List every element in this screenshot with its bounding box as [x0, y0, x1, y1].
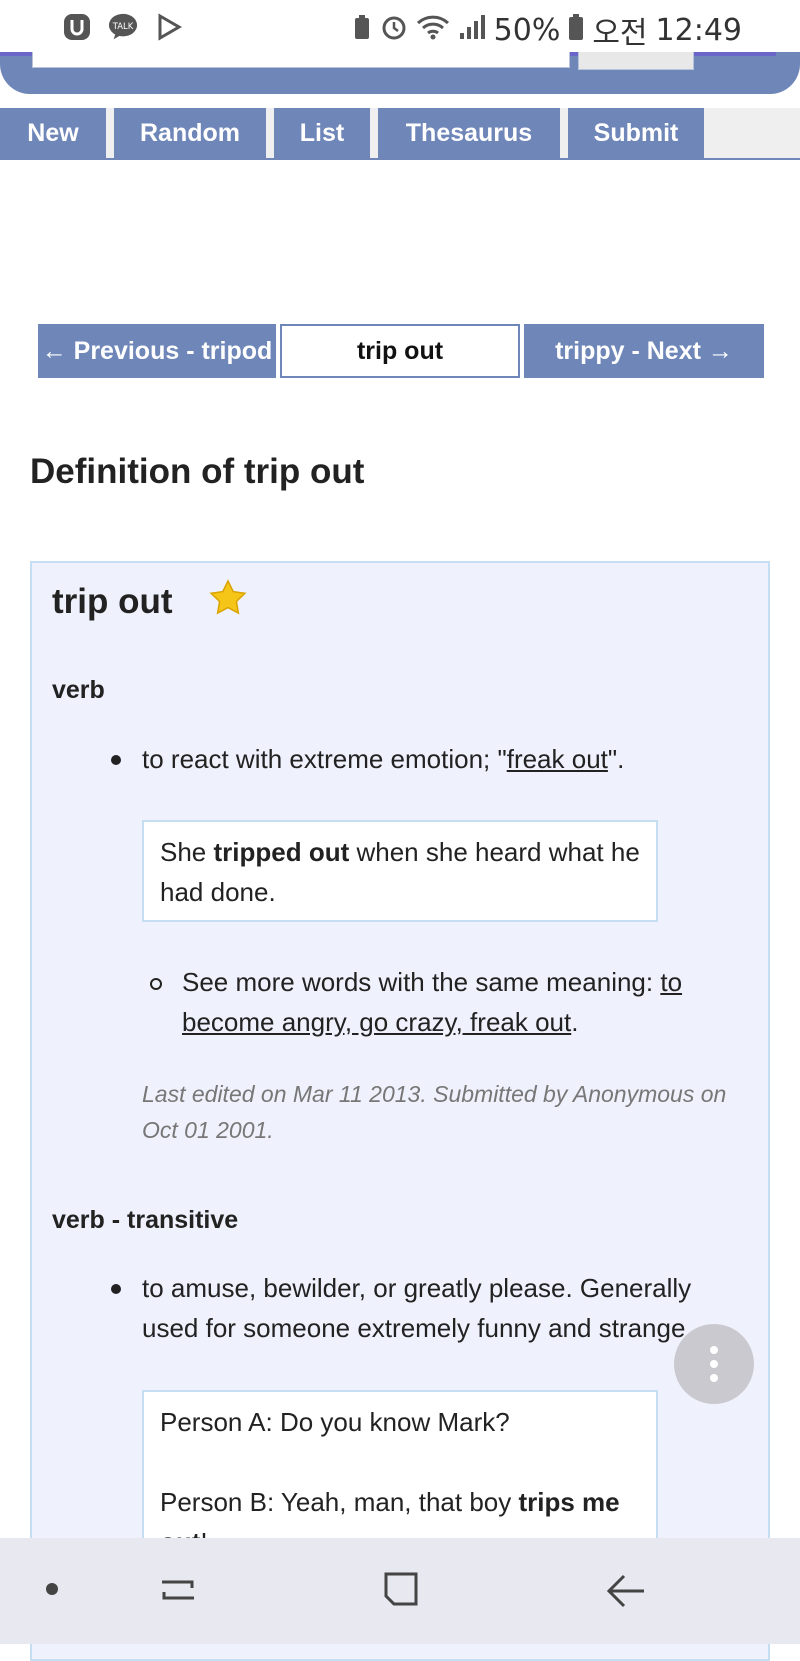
part-of-speech: verb	[52, 676, 105, 704]
battery-icon	[568, 13, 584, 47]
definition-suffix: ".	[607, 744, 625, 774]
see-more-text: See more words with the same meaning: to…	[182, 962, 732, 1042]
battery-saver-icon	[352, 13, 372, 47]
clock-ampm: 오전	[592, 16, 648, 51]
tab-thesaurus[interactable]: Thesaurus	[378, 108, 560, 158]
part-of-speech-transitive: verb - transitive	[52, 1206, 239, 1234]
main-nav: New Random List Thesaurus Submit	[0, 108, 800, 160]
status-bar: TALK 50% 오전 12:49	[0, 0, 800, 52]
signal-icon	[458, 13, 486, 47]
wifi-icon	[416, 13, 450, 47]
example-line-1: Person A: Do you know Mark?	[160, 1407, 510, 1437]
back-icon[interactable]	[604, 1570, 648, 1617]
tab-submit[interactable]: Submit	[568, 108, 704, 158]
see-more-prefix: See more words with the same meaning:	[182, 967, 661, 997]
previous-word-link[interactable]: ← Previous - tripod	[38, 324, 276, 378]
recent-apps-icon[interactable]	[156, 1568, 200, 1617]
definition-prefix: to react with extreme emotion; "	[142, 744, 507, 774]
example-line-2-text: Person B: Yeah, man, that boy	[160, 1487, 519, 1517]
example-box-2: Person A: Do you know Mark? Person B: Ye…	[142, 1390, 658, 1557]
edit-metadata: Last edited on Mar 11 2013. Submitted by…	[142, 1081, 727, 1143]
freak-out-link[interactable]: freak out	[507, 744, 608, 774]
u-app-icon	[62, 12, 92, 42]
next-word-link[interactable]: trippy - Next →	[524, 324, 764, 378]
definition-text: to react with extreme emotion; "freak ou…	[142, 739, 752, 779]
example-spacer	[160, 1442, 640, 1482]
search-input[interactable]	[32, 52, 570, 68]
notification-icons: TALK	[62, 12, 184, 42]
kakaotalk-icon: TALK	[108, 12, 138, 42]
tab-random[interactable]: Random	[114, 108, 266, 158]
page-title: Definition of trip out	[30, 452, 365, 491]
svg-text:TALK: TALK	[112, 21, 134, 31]
battery-percent: 50%	[493, 12, 561, 48]
alarm-icon	[380, 13, 408, 47]
play-store-icon	[154, 12, 184, 42]
see-more-suffix: .	[571, 1007, 579, 1037]
nav-indicator-dot	[46, 1583, 58, 1595]
entry-word: trip out	[52, 582, 173, 621]
list-bullet-hollow	[150, 978, 162, 990]
clock-time: 12:49	[655, 12, 742, 48]
example-highlight: tripped out	[213, 837, 350, 867]
search-button[interactable]	[578, 52, 694, 70]
system-status: 50% 오전 12:49	[352, 8, 742, 52]
list-bullet	[111, 1284, 121, 1294]
more-dot-icon	[710, 1346, 718, 1354]
current-word: trip out	[280, 324, 520, 378]
tab-new[interactable]: New	[0, 108, 106, 158]
definition-text-2: to amuse, bewilder, or greatly please. G…	[142, 1273, 693, 1343]
more-dot-icon	[710, 1374, 718, 1382]
favorite-star-icon[interactable]	[208, 578, 248, 618]
example-box: She tripped out when she heard what he h…	[142, 820, 658, 922]
system-navigation-bar	[0, 1538, 800, 1644]
more-options-button[interactable]	[674, 1324, 754, 1404]
list-bullet	[111, 755, 121, 765]
tab-list[interactable]: List	[274, 108, 370, 158]
more-dot-icon	[710, 1360, 718, 1368]
home-icon[interactable]	[380, 1570, 422, 1617]
example-text: She	[160, 837, 214, 867]
